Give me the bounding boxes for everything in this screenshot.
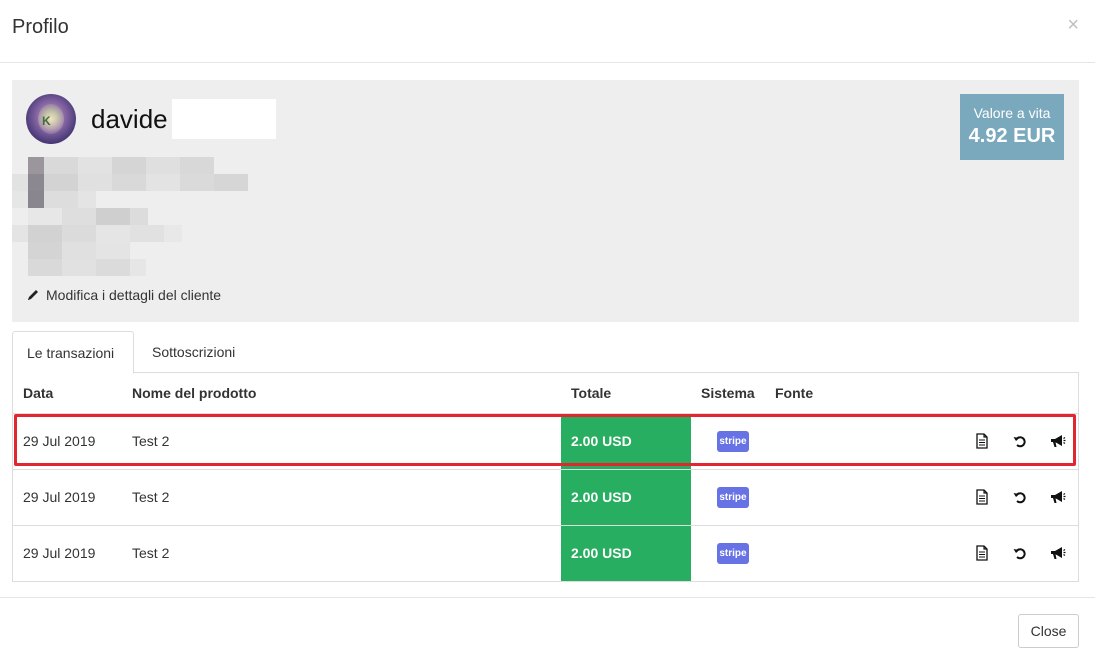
row-date: 29 Jul 2019 bbox=[23, 545, 96, 561]
table-header: Data Nome del prodotto Totale Sistema Fo… bbox=[13, 373, 1078, 413]
row-date: 29 Jul 2019 bbox=[23, 433, 96, 449]
row-product: Test 2 bbox=[132, 489, 170, 505]
tab-transactions[interactable]: Le transazioni bbox=[12, 331, 134, 374]
stripe-icon[interactable]: stripe bbox=[717, 543, 749, 564]
redacted-detail bbox=[28, 208, 148, 225]
avatar: K bbox=[26, 94, 76, 144]
edit-customer-label: Modifica i dettagli del cliente bbox=[46, 287, 222, 303]
customer-name: davide bbox=[91, 104, 168, 134]
header-total: Totale bbox=[571, 385, 612, 401]
tab-subscriptions[interactable]: Sottoscrizioni bbox=[138, 331, 249, 373]
redacted-detail bbox=[28, 157, 214, 174]
stripe-icon[interactable]: stripe bbox=[717, 431, 749, 452]
row-total: 2.00 USD bbox=[561, 470, 691, 525]
header-date: Data bbox=[23, 385, 54, 401]
table-row[interactable]: 29 Jul 2019 Test 2 2.00 USD stripe bbox=[13, 469, 1078, 525]
row-product: Test 2 bbox=[132, 433, 170, 449]
redacted-detail bbox=[12, 225, 182, 242]
invoice-icon[interactable] bbox=[973, 488, 991, 506]
row-total: 2.00 USD bbox=[561, 526, 691, 581]
invoice-icon[interactable] bbox=[973, 432, 991, 450]
refund-icon[interactable] bbox=[1011, 544, 1029, 562]
refund-icon[interactable] bbox=[1011, 432, 1029, 450]
transactions-table: Data Nome del prodotto Totale Sistema Fo… bbox=[12, 373, 1079, 582]
header-source: Fonte bbox=[775, 385, 814, 401]
lifetime-label: Valore a vita bbox=[973, 105, 1051, 121]
table-row[interactable]: 29 Jul 2019 Test 2 2.00 USD stripe bbox=[13, 525, 1078, 581]
lifetime-value-badge: Valore a vita 4.92 EUR bbox=[960, 94, 1064, 160]
redacted-detail bbox=[12, 191, 96, 208]
close-button[interactable]: Close bbox=[1018, 614, 1079, 648]
refund-icon[interactable] bbox=[1011, 488, 1029, 506]
megaphone-icon[interactable] bbox=[1049, 488, 1067, 506]
table-row[interactable]: 29 Jul 2019 Test 2 2.00 USD stripe bbox=[13, 413, 1078, 469]
lifetime-value: 4.92 EUR bbox=[968, 125, 1056, 147]
header-system: Sistema bbox=[701, 385, 755, 401]
header-product: Nome del prodotto bbox=[132, 385, 257, 401]
close-icon[interactable]: × bbox=[1067, 15, 1079, 35]
modal-title: Profilo bbox=[12, 16, 69, 38]
redacted-detail bbox=[12, 174, 248, 191]
redacted-detail bbox=[28, 259, 146, 276]
row-total: 2.00 USD bbox=[561, 414, 691, 469]
modal-footer: Close bbox=[0, 597, 1095, 655]
pencil-icon bbox=[26, 288, 40, 302]
invoice-icon[interactable] bbox=[973, 544, 991, 562]
row-product: Test 2 bbox=[132, 545, 170, 561]
profile-modal: Profilo × K davide Modifica i dettagli d… bbox=[0, 0, 1095, 655]
row-date: 29 Jul 2019 bbox=[23, 489, 96, 505]
modal-header: Profilo × bbox=[0, 0, 1095, 63]
edit-customer-link[interactable]: Modifica i dettagli del cliente bbox=[26, 287, 221, 303]
megaphone-icon[interactable] bbox=[1049, 432, 1067, 450]
redacted-surname bbox=[172, 99, 276, 139]
stripe-icon[interactable]: stripe bbox=[717, 487, 749, 508]
megaphone-icon[interactable] bbox=[1049, 544, 1067, 562]
tabs: Le transazioni Sottoscrizioni bbox=[12, 331, 1079, 374]
redacted-detail bbox=[28, 242, 130, 259]
